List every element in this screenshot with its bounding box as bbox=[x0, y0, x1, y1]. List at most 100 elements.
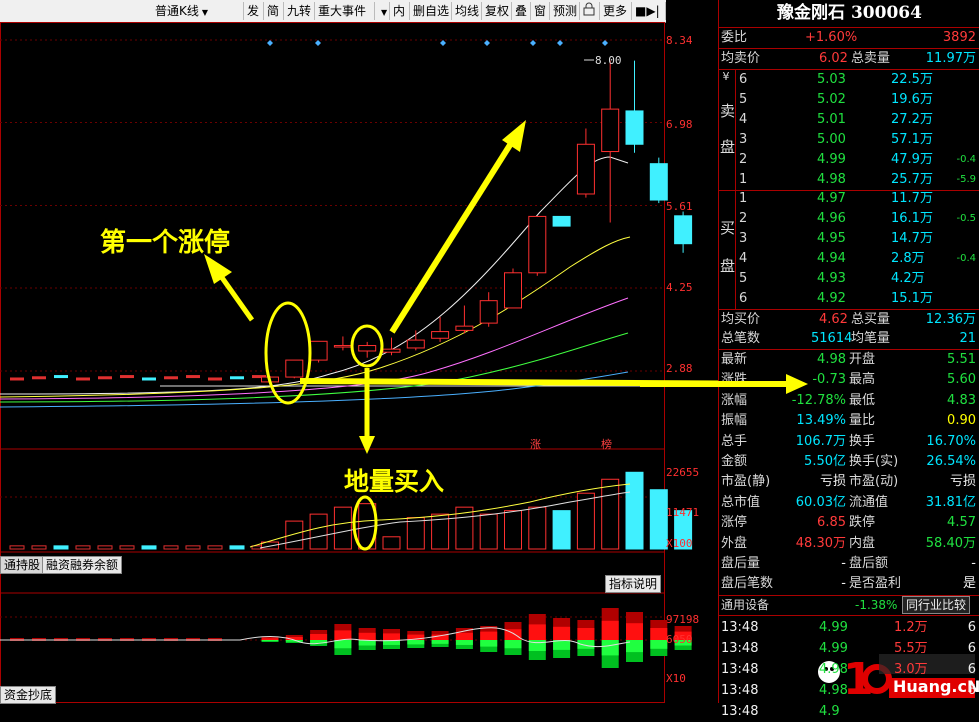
sector-name[interactable]: 通用设备 bbox=[721, 596, 769, 614]
expand-panel-icon[interactable]: ■▶| bbox=[632, 2, 666, 20]
chevron-down-icon: ▼ bbox=[201, 8, 209, 17]
kline-type-select[interactable]: 普通K线 ▼ bbox=[152, 2, 244, 20]
candle bbox=[333, 345, 352, 348]
sell-level-row: 3 5.00 57.1万 bbox=[719, 130, 979, 150]
sell-level-number: 2 bbox=[739, 152, 748, 167]
stat-label: 最高 bbox=[849, 372, 876, 388]
indicator-bar bbox=[431, 640, 449, 644]
volume-bar bbox=[31, 545, 47, 550]
avg-sell-price: 6.02 bbox=[819, 51, 848, 66]
avg-lot-value: 21 bbox=[959, 331, 976, 346]
indicator-bar bbox=[504, 640, 522, 649]
sell-level-price: 5.00 bbox=[817, 132, 846, 147]
price-tick: 5.61 bbox=[666, 200, 693, 213]
tool-button[interactable]: 复权 bbox=[482, 2, 512, 20]
stat-value: 0.90 bbox=[947, 413, 976, 429]
tab-fund-bottom[interactable]: 资金抄底 bbox=[0, 686, 57, 704]
indicator-bar bbox=[358, 632, 376, 640]
high-price-label: 8.00 bbox=[595, 54, 622, 67]
buy-level-number: 5 bbox=[739, 271, 748, 286]
stat-value: -12.78% bbox=[791, 392, 846, 408]
volume-bar bbox=[163, 545, 179, 550]
indicator-bar bbox=[528, 624, 546, 640]
tool-button[interactable]: 删自选 bbox=[410, 2, 452, 20]
stat-value: 4.98 bbox=[817, 352, 846, 367]
tick-price: 4.99 bbox=[819, 620, 848, 635]
volume-bar bbox=[9, 545, 25, 550]
tick-count: 6 bbox=[967, 641, 976, 656]
tool-button[interactable]: 九转 bbox=[284, 2, 315, 20]
sector-row: 通用设备 -1.38% 同行业比较 bbox=[719, 596, 979, 614]
price-tick: 4.25 bbox=[666, 281, 693, 294]
tick-count: 6 bbox=[967, 662, 976, 677]
tick-price: 4.98 bbox=[819, 683, 848, 698]
volume-tick: 22655 bbox=[666, 466, 700, 479]
indicator-bar bbox=[310, 634, 328, 640]
tab-holdings[interactable]: 通持股 bbox=[0, 556, 45, 574]
indicator-bar bbox=[455, 640, 473, 645]
stat-row: 最新 4.98 开盘 5.51 bbox=[719, 350, 979, 370]
stat-value: 6.85 bbox=[817, 515, 846, 531]
sell-level-price: 5.03 bbox=[817, 72, 846, 87]
candle bbox=[382, 348, 401, 353]
stat-label: 总市值 bbox=[721, 494, 761, 510]
tick-row: 13:48 4.98 6 bbox=[719, 681, 979, 701]
candle bbox=[674, 215, 693, 245]
tick-volume: 3.0万 bbox=[894, 662, 928, 677]
tool-button[interactable]: 重大事件 bbox=[315, 2, 375, 20]
kline-chart[interactable] bbox=[0, 22, 718, 703]
tab-margin-balance[interactable]: 融资融券余额 bbox=[42, 556, 123, 574]
order-ratio-pct: +1.60% bbox=[805, 30, 858, 45]
tool-button[interactable]: 窗 bbox=[531, 2, 550, 20]
sell-level-price: 4.98 bbox=[817, 172, 846, 187]
event-marker-icon bbox=[267, 40, 273, 46]
stat-row: 金额 5.50亿 换手(实) 26.54% bbox=[719, 452, 979, 472]
tick-price: 4.99 bbox=[819, 641, 848, 656]
indicator-bar bbox=[650, 640, 668, 649]
stat-label: 市盈(动) bbox=[849, 474, 899, 490]
tool-button[interactable]: 预测 bbox=[550, 2, 580, 20]
candle bbox=[10, 377, 24, 381]
tool-button[interactable]: 更多 bbox=[600, 2, 632, 20]
price-tick: 8.34 bbox=[666, 34, 693, 47]
indicator-bar bbox=[334, 640, 352, 649]
tick-price: 4.98 bbox=[819, 662, 848, 677]
stat-label: 盘后笔数 bbox=[721, 576, 774, 592]
buy-level-row: 2 4.96 16.1万 -0.5 bbox=[719, 209, 979, 229]
sell-level-price: 5.01 bbox=[817, 112, 846, 127]
tick-row: 13:48 4.99 1.2万 6 bbox=[719, 618, 979, 638]
indicator-bar bbox=[601, 640, 619, 656]
buy-level-number: 4 bbox=[739, 251, 748, 266]
total-buy-label: 总买量 bbox=[851, 312, 891, 327]
tool-button[interactable]: 叠 bbox=[512, 2, 531, 20]
stat-label: 涨跌 bbox=[721, 372, 748, 388]
candle bbox=[54, 375, 68, 379]
indicator-bar bbox=[601, 620, 619, 640]
indicator-help-button[interactable]: 指标说明 bbox=[605, 575, 662, 593]
industry-compare-button[interactable]: 同行业比较 bbox=[902, 596, 971, 614]
stat-label: 跌停 bbox=[849, 515, 876, 531]
volume-bar bbox=[97, 545, 113, 550]
stat-value: 4.83 bbox=[947, 392, 976, 408]
indicator-bar bbox=[334, 630, 352, 640]
tool-button[interactable]: 均线 bbox=[452, 2, 482, 20]
sell-level-volume: 57.1万 bbox=[891, 132, 933, 147]
kline-type-label: 普通K线 bbox=[155, 4, 199, 18]
buy-level-volume: 4.2万 bbox=[891, 271, 925, 286]
tool-button[interactable]: 发 bbox=[244, 2, 264, 20]
volume-bar bbox=[229, 545, 245, 550]
candle bbox=[479, 300, 498, 324]
event-marker-icon bbox=[530, 40, 536, 46]
tool-button[interactable]: 内 bbox=[390, 2, 410, 20]
sell-level-volume: 19.6万 bbox=[891, 92, 933, 107]
stat-row: 振幅 13.49% 量比 0.90 bbox=[719, 411, 979, 431]
lock-icon[interactable] bbox=[580, 2, 600, 20]
volume-bar bbox=[552, 510, 571, 550]
stat-row: 涨停 6.85 跌停 4.57 bbox=[719, 513, 979, 533]
tool-button[interactable]: 简 bbox=[264, 2, 284, 20]
stat-row: 盘后笔数 - 是否盈利 是 bbox=[719, 574, 979, 594]
avg-buy-label: 均买价 bbox=[721, 312, 761, 327]
stat-label: 换手(实) bbox=[849, 454, 899, 469]
chevron-down-icon[interactable]: ▼ bbox=[375, 2, 390, 20]
candle bbox=[601, 108, 620, 153]
